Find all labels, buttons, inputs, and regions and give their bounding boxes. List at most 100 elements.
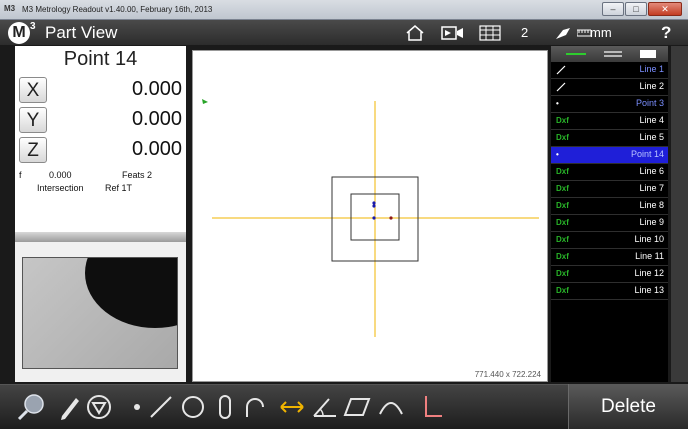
feature-list-item[interactable]: Dxf Line 6 [551,164,668,181]
feature-list-label: Line 7 [639,183,664,193]
panel-splitter[interactable] [15,232,186,242]
dxf-icon: Dxf [556,235,569,244]
x-axis-row: X 0.000 [19,77,184,105]
magnifier-icon[interactable] [16,392,46,422]
auto-measure-icon[interactable] [84,392,114,422]
app-icon: M3 [4,4,16,13]
slot-tool-icon[interactable] [210,392,240,422]
m3-logo-superscript: 3 [30,21,36,32]
dxf-icon: Dxf [556,201,569,210]
z-axis-button[interactable]: Z [19,137,47,163]
feature-list-label: Point 14 [630,149,664,159]
angle-tool-icon[interactable] [310,392,340,422]
feature-list-scrollbar[interactable] [671,46,688,382]
window-title: M3 Metrology Readout v1.40.00, February … [22,5,213,14]
help-button[interactable]: ? [661,23,671,43]
part-view-canvas[interactable]: 771.440 x 722.224 [192,50,548,382]
line-icon [556,82,566,94]
feature-list-item[interactable]: Dxf Line 4 [551,113,668,130]
feature-list-item[interactable]: Dxf Line 9 [551,215,668,232]
feature-list-label: Line 13 [634,285,664,295]
form-value: 0.000 [49,170,72,180]
point-marker[interactable] [372,216,376,220]
feature-title: Point 14 [63,48,138,70]
feature-list-item[interactable]: Dxf Line 7 [551,181,668,198]
y-axis-button[interactable]: Y [19,107,47,133]
feature-list: Line 1 Line 2 • Point 3 Dxf Line 4 Dxf Line 5 • P… [551,46,668,382]
feature-list-item[interactable]: Line 1 [551,62,668,79]
feature-list-label: Line 11 [635,251,664,261]
minimize-button[interactable]: – [602,2,624,16]
video-camera-icon[interactable] [440,23,466,42]
dxf-icon: Dxf [556,218,569,227]
circle-tool-icon[interactable] [178,392,208,422]
feats-count: Feats 2 [122,170,153,180]
y-axis-value: 0.000 [131,108,182,130]
skew-tool-icon[interactable] [416,392,446,422]
feature-list-label: Line 5 [639,132,664,142]
point-marker[interactable] [372,201,376,205]
feature-list-item[interactable]: Dxf Line 8 [551,198,668,215]
x-axis-button[interactable]: X [19,77,47,103]
close-button[interactable]: ✕ [648,2,682,16]
feature-list-item[interactable]: Dxf Line 10 [551,232,668,249]
z-axis-row: Z 0.000 [19,137,184,165]
units-button[interactable]: mm [590,25,612,40]
feature-list-label: Line 8 [639,200,664,210]
construction-type: Intersection [37,183,84,193]
maximize-button[interactable]: □ [625,2,647,16]
point-icon: • [556,99,559,108]
point-marker[interactable] [372,204,376,208]
line-icon [556,65,566,77]
camera-preview-panel [15,242,186,382]
camera-image[interactable] [22,257,178,369]
plane-tool-icon[interactable] [342,392,372,422]
feature-count: 2 [521,25,529,40]
point-marker[interactable] [389,216,393,220]
dxf-icon: Dxf [556,184,569,193]
camera-part-silhouette [85,258,177,328]
list-filter-icon[interactable] [604,51,622,57]
dxf-icon: Dxf [556,133,569,142]
window-titlebar: M3 M3 Metrology Readout v1.40.00, Februa… [0,0,688,20]
feature-list-label: Line 9 [639,217,664,227]
z-axis-value: 0.000 [131,138,182,160]
reference-frame: Ref 1T [105,183,133,193]
probe-icon[interactable] [553,23,573,42]
ruler-icon[interactable] [577,23,591,42]
feature-list-item[interactable]: • Point 3 [551,96,668,113]
table-icon[interactable] [478,23,502,42]
feature-list-label: Line 10 [634,234,664,244]
curve-tool-icon[interactable] [376,392,406,422]
feature-list-label: Point 3 [635,98,664,108]
feature-list-item[interactable]: Dxf Line 13 [551,283,668,300]
view-title: Part View [45,23,118,42]
feature-list-header [551,46,668,62]
arc-tool-icon[interactable] [240,392,270,422]
form-label: f [19,170,22,180]
home-icon[interactable] [404,23,426,42]
feature-list-item[interactable]: Line 2 [551,79,668,96]
line-tool-icon[interactable] [146,392,176,422]
dxf-icon: Dxf [556,116,569,125]
y-axis-row: Y 0.000 [19,107,184,135]
feature-list-item[interactable]: Dxf Line 5 [551,130,668,147]
distance-tool-icon[interactable] [277,392,307,422]
feature-list-item[interactable]: • Point 14 [551,147,668,164]
pen-icon[interactable] [55,392,85,422]
feature-list-label: Line 2 [639,81,664,91]
app-header: M 3 Part View 2 mm ? [0,20,688,45]
x-axis-value: 0.000 [131,78,182,100]
feature-list-item[interactable]: Dxf Line 12 [551,266,668,283]
origin-marker-icon [202,99,208,104]
dxf-icon: Dxf [556,252,569,261]
all-filter-icon[interactable] [640,50,656,58]
feature-list-label: Line 4 [639,115,664,125]
dro-panel: Point 14 X 0.000 Y 0.000 Z 0.000 f 0.000… [15,46,186,232]
point-icon: • [556,150,559,159]
delete-button[interactable]: Delete [568,384,688,429]
feature-list-label: Line 6 [639,166,664,176]
feature-list-item[interactable]: Dxf Line 11 [551,249,668,266]
dxf-icon: Dxf [556,269,569,278]
canvas-coordinates: 771.440 x 722.224 [474,370,541,379]
